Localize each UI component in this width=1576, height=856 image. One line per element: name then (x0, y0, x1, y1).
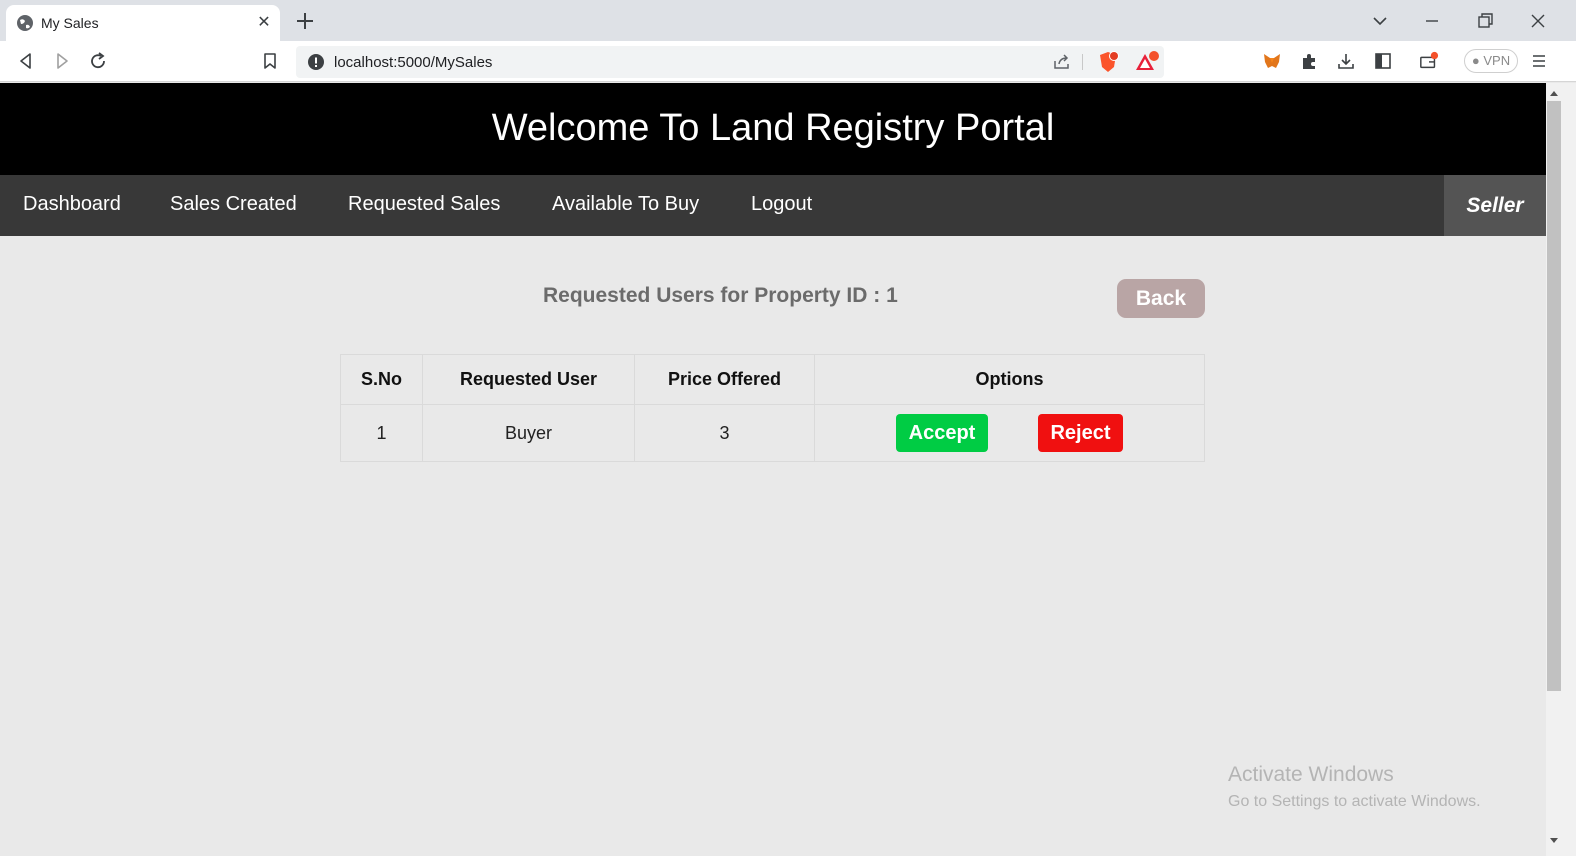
minimize-icon[interactable] (1420, 9, 1444, 33)
browser-tab-my-sales[interactable]: My Sales ✕ (6, 5, 280, 41)
page-title: Requested Users for Property ID : 1 (543, 284, 898, 307)
browser-toolbar: localhost:5000/MySales ● VPN (0, 41, 1576, 82)
forward-arrow-icon[interactable] (52, 51, 72, 71)
table-row: 1 Buyer 3 Accept Reject (340, 404, 1205, 462)
cell-sno: 1 (340, 404, 423, 462)
nav-available-to-buy[interactable]: Available To Buy (552, 193, 699, 216)
reject-button[interactable]: Reject (1038, 414, 1123, 452)
scroll-up-arrow-icon[interactable] (1547, 87, 1561, 99)
header-requested-user: Requested User (422, 354, 635, 405)
header-options: Options (814, 354, 1205, 405)
bookmark-icon[interactable] (260, 51, 280, 71)
page-scrollbar[interactable] (1546, 83, 1576, 856)
accept-button[interactable]: Accept (896, 414, 988, 452)
watermark-title: Activate Windows (1228, 763, 1394, 786)
header-sno: S.No (340, 354, 423, 405)
browser-tabstrip: My Sales ✕ (0, 0, 1576, 41)
sidebar-toggle-icon[interactable] (1373, 51, 1393, 71)
menu-hamburger-icon[interactable] (1529, 51, 1549, 71)
url-text[interactable]: localhost:5000/MySales (334, 54, 492, 71)
user-role-badge: Seller (1444, 175, 1546, 236)
nav-sales-created[interactable]: Sales Created (170, 193, 297, 216)
wallet-icon[interactable] (1419, 51, 1439, 71)
close-window-icon[interactable] (1526, 9, 1550, 33)
globe-icon (17, 15, 33, 31)
share-icon[interactable] (1052, 52, 1072, 72)
brave-rewards-icon[interactable] (1134, 50, 1160, 74)
tab-search-chevron-icon[interactable] (1368, 9, 1392, 33)
downloads-icon[interactable] (1336, 51, 1356, 71)
scrollbar-thumb[interactable] (1547, 101, 1561, 691)
tab-close-icon[interactable]: ✕ (254, 13, 274, 33)
top-navbar: Dashboard Sales Created Requested Sales … (0, 175, 1546, 236)
nav-dashboard[interactable]: Dashboard (23, 193, 121, 216)
new-tab-icon[interactable] (294, 10, 316, 32)
extensions-puzzle-icon[interactable] (1299, 51, 1319, 71)
back-arrow-icon[interactable] (16, 51, 36, 71)
scroll-down-arrow-icon[interactable] (1547, 835, 1561, 847)
cell-price-offered: 3 (634, 404, 815, 462)
nav-logout[interactable]: Logout (751, 193, 812, 216)
vpn-button[interactable]: ● VPN (1464, 49, 1518, 73)
site-info-icon[interactable] (308, 54, 324, 70)
address-bar[interactable]: localhost:5000/MySales (296, 46, 1164, 78)
table-header-row: S.No Requested User Price Offered Option… (340, 354, 1205, 405)
requests-table: S.No Requested User Price Offered Option… (340, 354, 1205, 462)
site-header: Welcome To Land Registry Portal (0, 83, 1546, 175)
watermark-subtitle: Go to Settings to activate Windows. (1228, 793, 1481, 810)
back-button[interactable]: Back (1117, 279, 1205, 318)
url-separator (1082, 54, 1083, 70)
restore-icon[interactable] (1473, 9, 1497, 33)
site-title: Welcome To Land Registry Portal (491, 107, 1055, 149)
brave-shields-icon[interactable] (1096, 50, 1120, 74)
windows-activation-watermark: Activate Windows Go to Settings to activ… (1228, 763, 1481, 811)
page-content: Welcome To Land Registry Portal Dashboar… (0, 83, 1546, 856)
tab-title: My Sales (41, 15, 99, 31)
cell-requested-user: Buyer (422, 404, 635, 462)
header-price-offered: Price Offered (634, 354, 815, 405)
cell-options: Accept Reject (814, 404, 1205, 462)
metamask-fox-icon[interactable] (1262, 51, 1282, 71)
reload-icon[interactable] (88, 51, 108, 71)
nav-requested-sales[interactable]: Requested Sales (348, 193, 500, 216)
